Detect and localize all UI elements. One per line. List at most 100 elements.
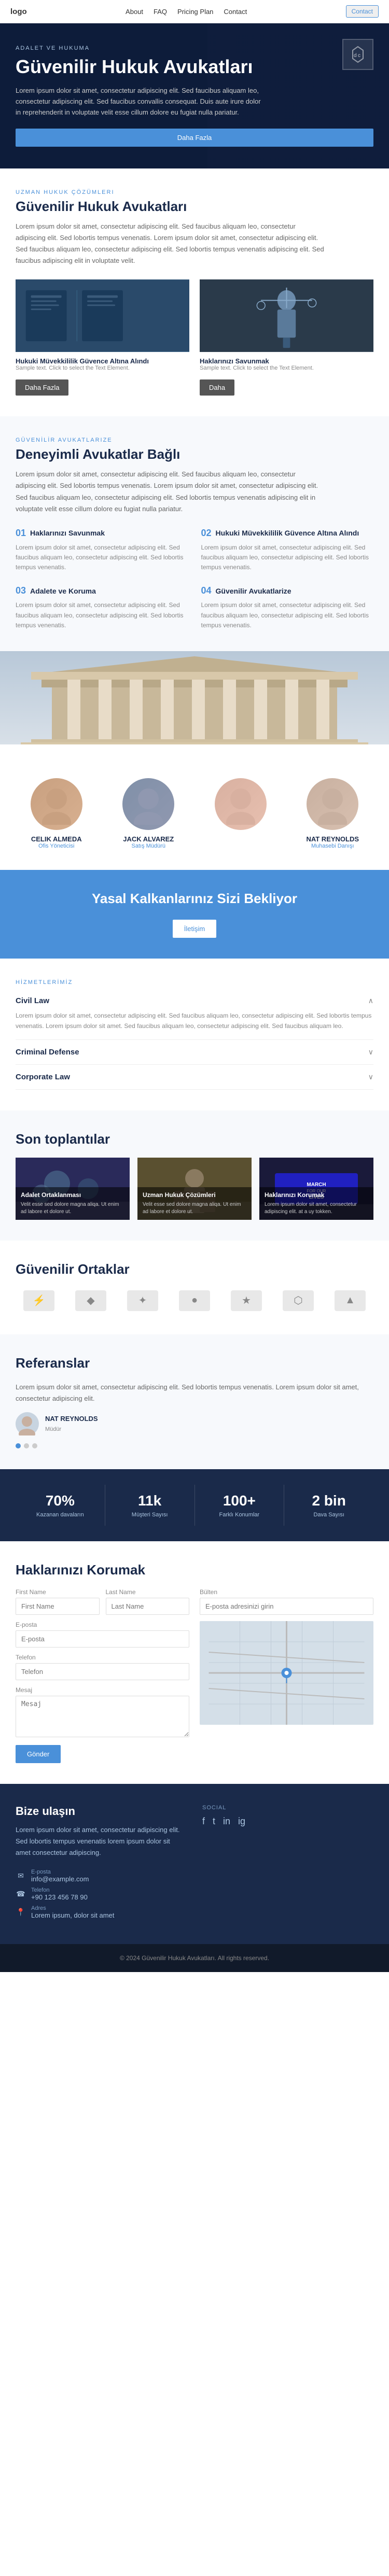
form-submit-btn[interactable]: Gönder — [16, 1745, 61, 1763]
form-message-label: Mesaj — [16, 1686, 189, 1694]
hero-logo: d c — [342, 39, 373, 70]
nav-logo[interactable]: logo — [10, 7, 27, 16]
team-member-4: NAT REYNOLDS Muhasebi Danışı — [292, 778, 374, 849]
nav-pricing[interactable]: Pricing Plan — [177, 8, 213, 16]
stat-3: 100+ Farklı Konumlar — [195, 1485, 285, 1526]
expert-card-2: Haklarınızı Savunmak Sample text. Click … — [200, 279, 373, 396]
email-icon: ✉ — [16, 1871, 26, 1881]
hizmet-civil-law[interactable]: Civil Law ∧ Lorem ipsum dolor sit amet, … — [16, 989, 373, 1040]
hizmetler-section: HİZMETLERİMİZ Civil Law ∧ Lorem ipsum do… — [0, 959, 389, 1110]
hizmet-criminal-defense-chevron: ∨ — [368, 1048, 373, 1057]
form-first-name-label: First Name — [16, 1588, 100, 1596]
hero-section: d c ADALET VE HUKUMA Güvenilir Hukuk Avu… — [0, 23, 389, 168]
contact-email-value: info@example.com — [31, 1875, 89, 1883]
partner-logo-6: ⬡ — [277, 1288, 319, 1314]
expert-card-1-sub: Sample text. Click to select the Text El… — [16, 365, 189, 371]
hero-description: Lorem ipsum dolor sit amet, consectetur … — [16, 86, 265, 118]
contact-email-label: E-posta — [31, 1869, 89, 1875]
ref-dot-3[interactable] — [32, 1443, 37, 1448]
stat-2: 11k Müşteri Sayısı — [105, 1485, 195, 1526]
social-twitter[interactable]: t — [213, 1816, 215, 1827]
courthouse-banner — [0, 651, 389, 744]
partner-logo-7: ▲ — [329, 1288, 371, 1314]
contact-info: Bize ulaşın Lorem ipsum dolor sit amet, … — [16, 1805, 187, 1923]
toplanti-card-1: Adalet Ortaklanması Velit esse sed dolor… — [16, 1158, 130, 1220]
partner-logo-2: ◆ — [70, 1288, 112, 1314]
nav-contact-btn[interactable]: Contact — [346, 5, 379, 18]
team-member-2: JACK ALVAREZ Satış Müdürü — [108, 778, 190, 849]
newsletter-input[interactable] — [200, 1598, 373, 1615]
form-first-name-input[interactable] — [16, 1598, 100, 1615]
team-name-2: JACK ALVAREZ — [108, 835, 190, 843]
expert-description: Lorem ipsum dolor sit amet, consectetur … — [16, 221, 327, 266]
hero-cta-btn[interactable]: Daha Fazla — [16, 129, 373, 147]
exp-item-3: 03Adalete ve Koruma Lorem ipsum dolor si… — [16, 585, 188, 630]
expert-card-2-btn[interactable]: Daha — [200, 379, 234, 396]
form-title: Haklarınızı Korumak — [16, 1562, 373, 1578]
form-message-textarea[interactable] — [16, 1696, 189, 1737]
exp-grid: 01Haklarınızı Savunmak Lorem ipsum dolor… — [16, 528, 373, 630]
newsletter-group: Bülten — [200, 1588, 373, 1615]
location-icon: 📍 — [16, 1907, 26, 1918]
team-role-2: Satış Müdürü — [108, 843, 190, 849]
legal-title: Yasal Kalkanlarınız Sizi Bekliyor — [16, 891, 373, 907]
ref-dot-2[interactable] — [24, 1443, 29, 1448]
expert-card-2-sub: Sample text. Click to select the Text El… — [200, 365, 373, 371]
contact-description: Lorem ipsum dolor sit amet, consectetur … — [16, 1824, 187, 1859]
form-phone-input[interactable] — [16, 1663, 189, 1680]
team-section: CELIK ALMEDA Ofis Yöneticisi JACK ALVARE… — [0, 744, 389, 870]
hizmet-corporate-law[interactable]: Corporate Law ∨ — [16, 1065, 373, 1090]
referanslar-section: Referanslar Lorem ipsum dolor sit amet, … — [0, 1334, 389, 1469]
form-name-row: First Name Last Name — [16, 1588, 189, 1621]
stat-label-4: Dava Sayısı — [292, 1512, 366, 1518]
hizmet-civil-law-title: Civil Law — [16, 996, 49, 1005]
exp-text-1: Lorem ipsum dolor sit amet, consectetur … — [16, 543, 188, 573]
toplanti-title-1: Adalet Ortaklanması — [21, 1191, 124, 1200]
stat-label-3: Farklı Konumlar — [203, 1512, 276, 1518]
form-email-group: E-posta — [16, 1621, 189, 1648]
form-left: First Name Last Name E-posta Telefon Mes… — [16, 1588, 189, 1763]
social-facebook[interactable]: f — [202, 1816, 205, 1827]
social-linkedin[interactable]: in — [223, 1816, 230, 1827]
nav-about[interactable]: About — [126, 8, 143, 16]
stat-number-2: 11k — [113, 1493, 187, 1509]
team-role-1: Ofis Yöneticisi — [16, 843, 98, 849]
ref-person-info: NAT REYNOLDS Müdür — [45, 1413, 98, 1434]
form-phone-group: Telefon — [16, 1654, 189, 1680]
team-avatar-3 — [215, 778, 267, 830]
stat-number-1: 70% — [23, 1493, 97, 1509]
toplanti-desc-2: Velit esse sed dolore magna aliqa. Ut en… — [143, 1201, 246, 1216]
toplanti-title-3: Haklarınızı Korumak — [265, 1191, 368, 1200]
contact-grid: Bize ulaşın Lorem ipsum dolor sit amet, … — [16, 1805, 373, 1923]
form-email-input[interactable] — [16, 1630, 189, 1648]
svg-text:MARCH: MARCH — [307, 1182, 326, 1188]
social-instagram[interactable]: ig — [238, 1816, 245, 1827]
expert-card-2-image — [200, 279, 373, 352]
stat-number-3: 100+ — [203, 1493, 276, 1509]
hero-badge: ADALET VE HUKUMA — [16, 45, 373, 51]
map-placeholder — [200, 1621, 373, 1725]
ref-quote: Lorem ipsum dolor sit amet, consectetur … — [16, 1382, 373, 1404]
hizmet-criminal-defense-title: Criminal Defense — [16, 1048, 79, 1057]
svg-text:d: d — [354, 53, 357, 59]
legal-btn[interactable]: İletişim — [173, 920, 216, 938]
contact-social: Social f t in ig — [202, 1805, 373, 1923]
nav-links: About FAQ Pricing Plan Contact — [126, 8, 247, 16]
expert-card-1-title: Hukuki Müvekkililik Güvence Altına Alınd… — [16, 357, 189, 365]
exp-num-3: 03 — [16, 585, 26, 596]
toplanti-img-2: Uzman Hukuk Çözümleri Velit esse sed dol… — [137, 1158, 252, 1220]
form-grid: First Name Last Name E-posta Telefon Mes… — [16, 1588, 373, 1763]
exp-num-4: 04 — [201, 585, 212, 596]
nav-contact-link[interactable]: Contact — [224, 8, 247, 16]
contact-phone-item: ☎ Telefon +90 123 456 78 90 — [16, 1887, 187, 1901]
hizmet-criminal-defense[interactable]: Criminal Defense ∨ — [16, 1040, 373, 1065]
ref-dot-1[interactable] — [16, 1443, 21, 1448]
contact-title: Bize ulaşın — [16, 1805, 187, 1818]
toplanti-desc-1: Velit esse sed dolore magna aliqa. Ut en… — [21, 1201, 124, 1216]
expert-card-1: Hukuki Müvekkililik Güvence Altına Alınd… — [16, 279, 189, 396]
expert-card-1-btn[interactable]: Daha Fazla — [16, 379, 68, 396]
newsletter-label: Bülten — [200, 1588, 373, 1596]
exp-item-4: 04Güvenilir Avukatlarize Lorem ipsum dol… — [201, 585, 374, 630]
nav-faq[interactable]: FAQ — [154, 8, 167, 16]
form-last-name-input[interactable] — [106, 1598, 190, 1615]
